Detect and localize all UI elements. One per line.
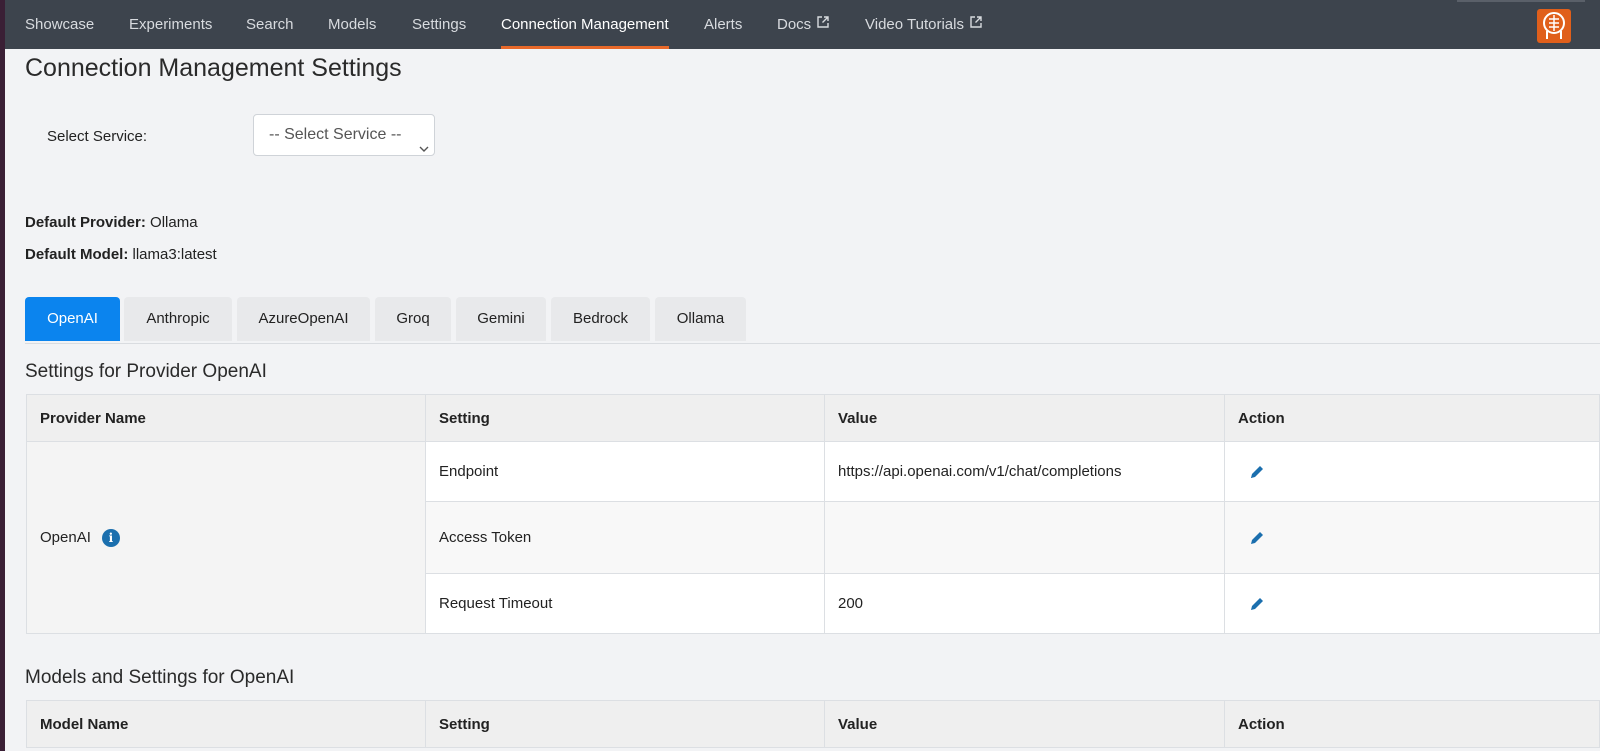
pencil-icon [1251, 465, 1263, 478]
provider-name: OpenAI [40, 529, 91, 546]
col-header-setting: Setting [426, 394, 825, 442]
setting-cell: Endpoint [426, 442, 825, 502]
col-header-provider-name: Provider Name [26, 394, 426, 442]
tab-bedrock[interactable]: Bedrock [551, 297, 650, 341]
tab-azureopenai[interactable]: AzureOpenAI [237, 297, 370, 341]
tab-groq[interactable]: Groq [375, 297, 451, 341]
pencil-icon [1251, 531, 1263, 544]
col-header-value: Value [825, 700, 1225, 748]
select-service-value: -- Select Service -- [269, 126, 402, 143]
info-icon[interactable]: i [101, 528, 120, 547]
nav-alerts[interactable]: Alerts [704, 0, 742, 49]
window-edge [0, 0, 5, 751]
pencil-icon [1251, 597, 1263, 610]
nav-connection-management[interactable]: Connection Management [501, 0, 669, 49]
page-title: Connection Management Settings [25, 54, 402, 82]
setting-cell: Access Token [426, 502, 825, 574]
nav-video-tutorials-label: Video Tutorials [865, 16, 964, 33]
nav-video-tutorials[interactable]: Video Tutorials [865, 0, 982, 49]
value-cell: https://api.openai.com/v1/chat/completio… [825, 442, 1225, 502]
default-provider-label: Default Provider: [25, 214, 146, 231]
tab-gemini[interactable]: Gemini [456, 297, 546, 341]
nav-models[interactable]: Models [328, 0, 376, 49]
default-model-value: llama3:latest [132, 246, 217, 263]
default-model-label: Default Model: [25, 246, 129, 263]
default-model: Default Model: llama3:latest [25, 246, 217, 263]
external-link-icon [970, 0, 982, 49]
col-header-action: Action [1225, 394, 1600, 442]
provider-name-cell: OpenAI i [26, 442, 426, 634]
nav-experiments[interactable]: Experiments [129, 0, 212, 49]
nav-search[interactable]: Search [246, 0, 294, 49]
col-header-setting: Setting [426, 700, 825, 748]
edit-endpoint-button[interactable] [1249, 464, 1265, 480]
default-provider-value: Ollama [150, 214, 198, 231]
nav-docs-label: Docs [777, 16, 812, 33]
provider-settings-table: Provider Name Setting Value Action OpenA… [26, 394, 1600, 634]
chevron-down-icon [419, 130, 429, 170]
col-header-model-name: Model Name [26, 700, 426, 748]
action-cell [1225, 442, 1600, 502]
brain-head-icon[interactable] [1537, 9, 1571, 43]
action-cell [1225, 502, 1600, 574]
col-header-value: Value [825, 394, 1225, 442]
tab-anthropic[interactable]: Anthropic [124, 297, 232, 341]
select-service-dropdown[interactable]: -- Select Service -- [253, 114, 435, 156]
tabs-divider [25, 343, 1600, 344]
nav-docs[interactable]: Docs [777, 0, 829, 49]
value-cell: 200 [825, 574, 1225, 634]
select-service-label: Select Service: [47, 128, 148, 145]
top-strip [1457, 0, 1585, 2]
external-link-icon [817, 0, 829, 49]
value-cell [825, 502, 1225, 574]
tab-ollama[interactable]: Ollama [655, 297, 746, 341]
action-cell [1225, 574, 1600, 634]
col-header-action: Action [1225, 700, 1600, 748]
models-settings-table: Model Name Setting Value Action [26, 700, 1600, 751]
models-settings-title: Models and Settings for OpenAI [25, 667, 295, 688]
nav-settings[interactable]: Settings [412, 0, 466, 49]
setting-cell: Request Timeout [426, 574, 825, 634]
top-navbar: Showcase Experiments Search Models Setti… [5, 0, 1600, 49]
nav-showcase[interactable]: Showcase [25, 0, 94, 49]
default-provider: Default Provider: Ollama [25, 214, 198, 231]
edit-request-timeout-button[interactable] [1249, 596, 1265, 612]
edit-access-token-button[interactable] [1249, 530, 1265, 546]
provider-settings-title: Settings for Provider OpenAI [25, 361, 267, 382]
tab-openai[interactable]: OpenAI [25, 297, 120, 341]
